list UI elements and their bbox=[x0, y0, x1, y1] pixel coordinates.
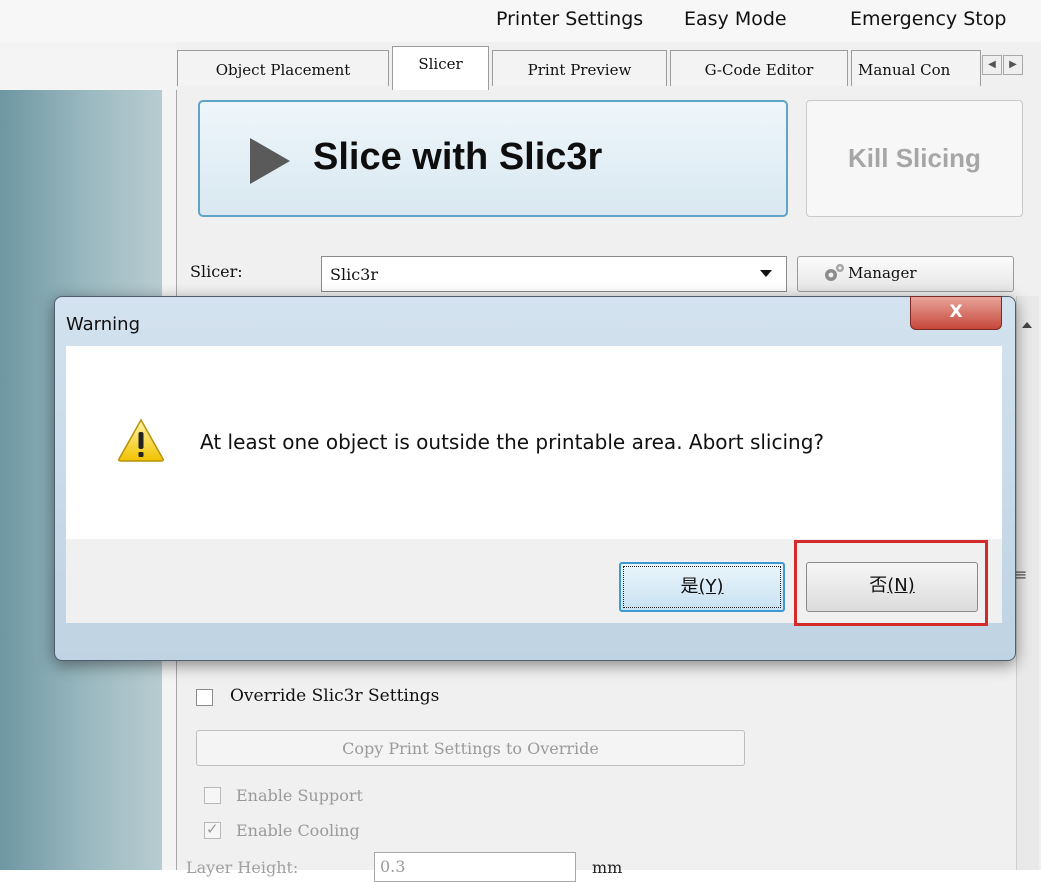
play-icon bbox=[250, 138, 290, 184]
enable-support-label: Enable Support bbox=[236, 786, 363, 805]
tab-slicer[interactable]: Slicer bbox=[392, 46, 489, 91]
warning-icon bbox=[118, 418, 164, 462]
slice-button-label: Slice with Slic3r bbox=[313, 136, 603, 178]
tab-scroll-right-icon[interactable]: ▶ bbox=[1003, 55, 1023, 75]
slicer-select-value: Slic3r bbox=[330, 265, 378, 284]
dialog-message: At least one object is outside the print… bbox=[200, 430, 825, 454]
dialog-title: Warning bbox=[66, 314, 141, 335]
override-checkbox[interactable] bbox=[196, 689, 213, 706]
enable-cooling-label: Enable Cooling bbox=[236, 821, 360, 840]
slicer-label: Slicer: bbox=[190, 262, 243, 281]
close-icon: X bbox=[949, 302, 963, 322]
yes-button-label: 是 bbox=[680, 576, 699, 597]
chevron-down-icon bbox=[760, 270, 772, 277]
tab-gcode-editor[interactable]: G-Code Editor bbox=[670, 50, 848, 86]
highlight-box bbox=[794, 540, 988, 626]
override-label: Override Slic3r Settings bbox=[230, 686, 440, 706]
tab-object-placement[interactable]: Object Placement bbox=[177, 50, 389, 86]
kill-slicing-label: Kill Slicing bbox=[848, 143, 981, 173]
enable-support-checkbox[interactable] bbox=[204, 787, 221, 804]
tab-manual-control[interactable]: Manual Con bbox=[851, 50, 981, 86]
tab-scroll-left-icon[interactable]: ◀ bbox=[982, 55, 1002, 75]
yes-button[interactable]: 是(Y) bbox=[619, 562, 785, 612]
menu-emergency-stop[interactable]: Emergency Stop bbox=[850, 8, 1006, 30]
manager-button-label: Manager bbox=[848, 264, 917, 282]
menu-easy-mode[interactable]: Easy Mode bbox=[684, 8, 787, 30]
menu-printer-settings[interactable]: Printer Settings bbox=[496, 8, 643, 30]
layer-height-unit: mm bbox=[592, 858, 623, 877]
copy-settings-label: Copy Print Settings to Override bbox=[342, 739, 599, 758]
slicer-select[interactable] bbox=[321, 256, 787, 292]
gears-icon bbox=[825, 264, 844, 281]
scroll-grip-icon: ≡ bbox=[1014, 565, 1028, 584]
layer-height-label: Layer Height: bbox=[186, 858, 299, 877]
scroll-up-icon[interactable] bbox=[1022, 322, 1032, 328]
checkmark-icon: ✓ bbox=[206, 820, 219, 838]
layer-height-value: 0.3 bbox=[380, 857, 406, 876]
yes-button-key: (Y) bbox=[698, 576, 724, 597]
tab-print-preview[interactable]: Print Preview bbox=[492, 50, 667, 86]
tab-scroll-arrows: ◀ ▶ bbox=[982, 55, 1026, 75]
